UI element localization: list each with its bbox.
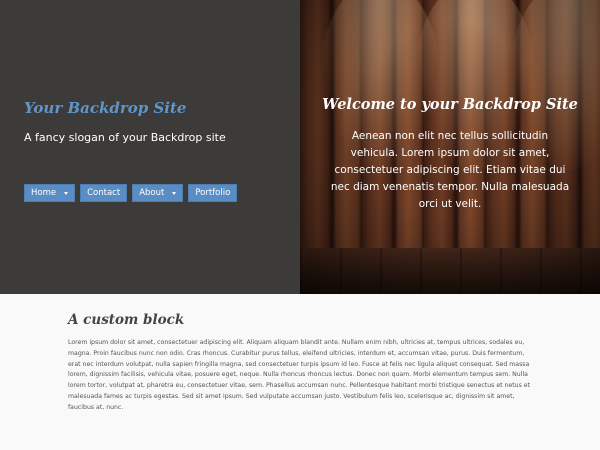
menu-item-home[interactable]: Home	[24, 184, 76, 202]
main-menu: Home Contact About Portfolio	[24, 184, 238, 202]
block-body: Lorem ipsum dolor sit amet, consectetuer…	[68, 339, 531, 411]
hero-heading: Welcome to your Backdrop Site	[322, 96, 578, 113]
menu-item-contact[interactable]: Contact	[80, 184, 128, 202]
menu-item-about[interactable]: About	[132, 184, 184, 202]
menu-item-label: About	[139, 188, 165, 198]
menu-item-label: Portfolio	[195, 188, 231, 198]
menu-item-label: Contact	[87, 188, 121, 198]
site-name-link[interactable]: Your Backdrop Site	[24, 99, 186, 117]
chevron-down-icon	[64, 191, 69, 195]
menu-item-label: Home	[31, 188, 57, 198]
site-slogan: A fancy slogan of your Backdrop site	[24, 131, 226, 144]
custom-block: A custom block Lorem ipsum dolor sit ame…	[0, 294, 600, 450]
branding-panel: Your Backdrop Site A fancy slogan of you…	[0, 0, 300, 294]
block-title: A custom block	[68, 312, 185, 328]
header-region: Your Backdrop Site A fancy slogan of you…	[0, 0, 600, 294]
hero-banner: Welcome to your Backdrop Site Aenean non…	[300, 0, 600, 294]
chevron-down-icon	[172, 191, 177, 195]
hero-text: Aenean non elit nec tellus sollicitudin …	[330, 130, 570, 210]
menu-item-portfolio[interactable]: Portfolio	[188, 184, 238, 202]
